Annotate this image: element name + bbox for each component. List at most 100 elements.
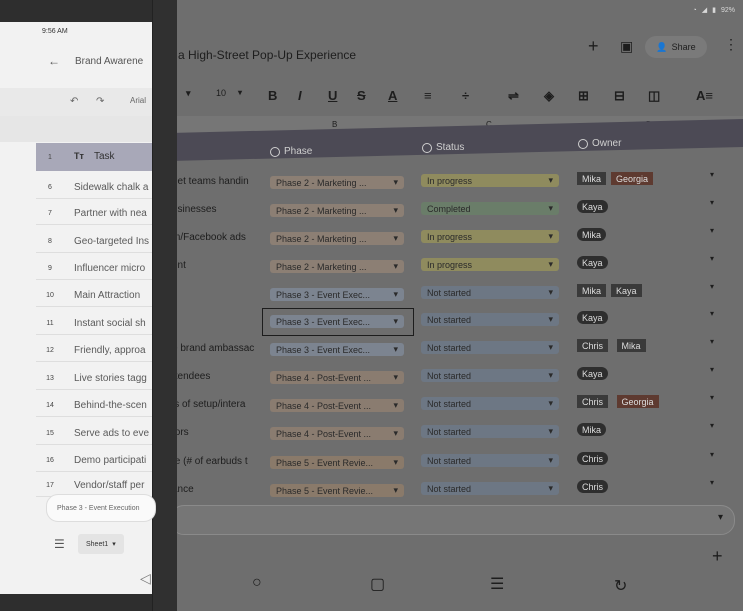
borders-icon[interactable]: ⊞ (578, 88, 589, 104)
owner-chip[interactable]: Kaya (577, 256, 608, 269)
align-icon[interactable]: ≡ (424, 88, 432, 103)
row-number[interactable]: 13 (36, 375, 64, 382)
row-number[interactable]: 14 (36, 402, 64, 409)
status-chip[interactable]: In progress ▾ (421, 258, 559, 271)
task-cell[interactable]: Serve ads to eve (74, 428, 149, 439)
task-cell[interactable]: Live stories tagg (74, 373, 147, 384)
row-number[interactable]: 17 (36, 482, 64, 489)
redo-icon[interactable]: ↷ (96, 96, 104, 107)
owner-chip[interactable]: Mika (577, 423, 607, 436)
back-arrow-icon[interactable]: ← (48, 54, 60, 68)
task-cell[interactable]: Partner with nea (74, 208, 147, 219)
more-vert-icon[interactable]: ⋮ (724, 36, 738, 53)
insert-column-icon[interactable]: ◫ (648, 88, 660, 104)
row-number[interactable]: 9 (36, 265, 64, 272)
phone-document-title[interactable]: Brand Awarene (75, 56, 143, 67)
header-phase[interactable]: Phase (270, 146, 312, 157)
owner-chip[interactable]: Mika (577, 228, 607, 241)
italic-button[interactable]: I (298, 88, 302, 103)
phase-chip[interactable]: Phase 4 - Post-Event ... ▾ (270, 427, 404, 440)
status-chip[interactable]: Not started ▾ (421, 482, 559, 495)
row-number[interactable]: 10 (36, 292, 64, 299)
share-button[interactable]: 👤 Share (645, 36, 707, 58)
phase-chip[interactable]: Phase 3 - Event Exec... ▾ (270, 288, 404, 301)
status-chip[interactable]: In progress ▾ (421, 174, 559, 187)
owner-chip[interactable]: Kaya (577, 367, 608, 380)
phase-chip[interactable]: Phase 4 - Post-Event ... ▾ (270, 371, 404, 384)
task-cell[interactable]: Main Attraction (74, 290, 140, 301)
fill-color-icon[interactable]: ◈ (544, 88, 554, 104)
add-sheet-icon[interactable]: + (712, 546, 723, 567)
status-chip[interactable]: Not started ▾ (421, 286, 559, 299)
status-chip[interactable]: Not started ▾ (421, 369, 559, 382)
row-number[interactable]: 1 (36, 154, 64, 161)
owner-chip[interactable]: Georgia (616, 395, 659, 408)
chevron-down-icon[interactable]: ▾ (710, 421, 714, 430)
owner-chip[interactable]: Kaya (611, 284, 642, 297)
recents-nav-icon[interactable]: ▢ (370, 574, 385, 594)
task-cell[interactable]: Demo participati (74, 455, 146, 466)
document-title[interactable]: a High-Street Pop-Up Experience (178, 48, 356, 62)
phase-chip[interactable]: Phase 2 - Marketing ... ▾ (270, 176, 404, 189)
phase-chip[interactable]: Phase 5 - Event Revie... ▾ (270, 456, 404, 469)
row-number[interactable]: 15 (36, 430, 64, 437)
phase-chip[interactable]: Phase 2 - Marketing ... ▾ (270, 232, 404, 245)
font-size-value[interactable]: 10 (216, 88, 226, 98)
row-number[interactable]: 7 (36, 210, 64, 217)
refresh-nav-icon[interactable]: ↻ (614, 576, 627, 596)
status-chip[interactable]: Not started ▾ (421, 454, 559, 467)
wrap-text-icon[interactable]: ⇌ (508, 88, 519, 104)
status-chip[interactable]: Completed ▾ (421, 202, 559, 215)
row-task-fragment[interactable]: e brand ambassac (172, 343, 254, 354)
header-status[interactable]: Status (422, 142, 464, 153)
chevron-down-icon[interactable]: ▾ (710, 337, 714, 346)
owner-chip[interactable]: Mika (577, 172, 607, 185)
formula-bar[interactable]: Phase 3 - Event Execution (46, 494, 156, 522)
bold-button[interactable]: B (268, 88, 277, 103)
row-number[interactable]: 12 (36, 347, 64, 354)
chevron-down-icon[interactable]: ▾ (710, 365, 714, 374)
row-number[interactable]: 11 (36, 320, 64, 327)
owner-chip[interactable]: Mika (616, 339, 646, 352)
status-chip[interactable]: Not started ▾ (421, 313, 559, 326)
row-number[interactable]: 6 (36, 184, 64, 191)
chevron-down-icon[interactable]: ▾ (710, 226, 714, 235)
chevron-down-icon[interactable]: ▾ (710, 170, 714, 179)
owner-chip[interactable]: Kaya (577, 311, 608, 324)
font-name[interactable]: Arial (130, 96, 146, 105)
row-task-fragment[interactable]: te (# of earbuds t (172, 456, 248, 467)
sheet-tab[interactable]: Sheet1 ▾ (78, 534, 124, 554)
text-color-button[interactable]: A (388, 88, 397, 103)
header-owner[interactable]: Owner (578, 138, 621, 149)
status-chip[interactable]: Not started ▾ (421, 425, 559, 438)
owner-chip[interactable]: Kaya (577, 200, 608, 213)
chevron-down-icon[interactable]: ▾ (710, 198, 714, 207)
bottom-input-field[interactable] (170, 505, 735, 535)
chevron-down-icon[interactable]: ▾ (710, 393, 714, 402)
merge-cells-icon[interactable]: ⊟ (614, 88, 625, 104)
task-cell[interactable]: Geo-targeted Ins (74, 236, 149, 247)
status-chip[interactable]: Not started ▾ (421, 397, 559, 410)
sheets-menu-icon[interactable]: ☰ (54, 537, 65, 551)
task-cell[interactable]: Behind-the-scen (74, 400, 147, 411)
filter-settings-icon[interactable]: ☰ (490, 574, 504, 594)
undo-icon[interactable]: ↶ (70, 96, 78, 107)
status-chip[interactable]: In progress ▾ (421, 230, 559, 243)
selected-cell[interactable] (262, 308, 414, 336)
chevron-down-icon[interactable]: ▾ (710, 282, 714, 291)
owner-chip[interactable]: Chris (577, 395, 609, 408)
phase-chip[interactable]: Phase 5 - Event Revie... ▾ (270, 484, 404, 497)
task-cell[interactable]: Sidewalk chalk a (74, 182, 148, 193)
header-task[interactable]: Task (94, 151, 115, 162)
row-task-fragment[interactable]: m/Facebook ads (172, 232, 246, 243)
text-format-icon[interactable]: A≡ (696, 88, 713, 103)
expand-caret-icon[interactable]: ▾ (718, 512, 723, 523)
underline-button[interactable]: U (328, 88, 337, 103)
task-cell[interactable]: Friendly, approa (74, 345, 146, 356)
strikethrough-button[interactable]: S (357, 88, 366, 103)
owner-chip[interactable]: Chris (577, 480, 609, 493)
phase-chip[interactable]: Phase 3 - Event Exec... ▾ (270, 343, 404, 356)
phase-chip[interactable]: Phase 2 - Marketing ... ▾ (270, 260, 404, 273)
row-task-fragment[interactable]: eet teams handin (172, 176, 249, 187)
row-task-fragment[interactable]: usinesses (172, 204, 216, 215)
